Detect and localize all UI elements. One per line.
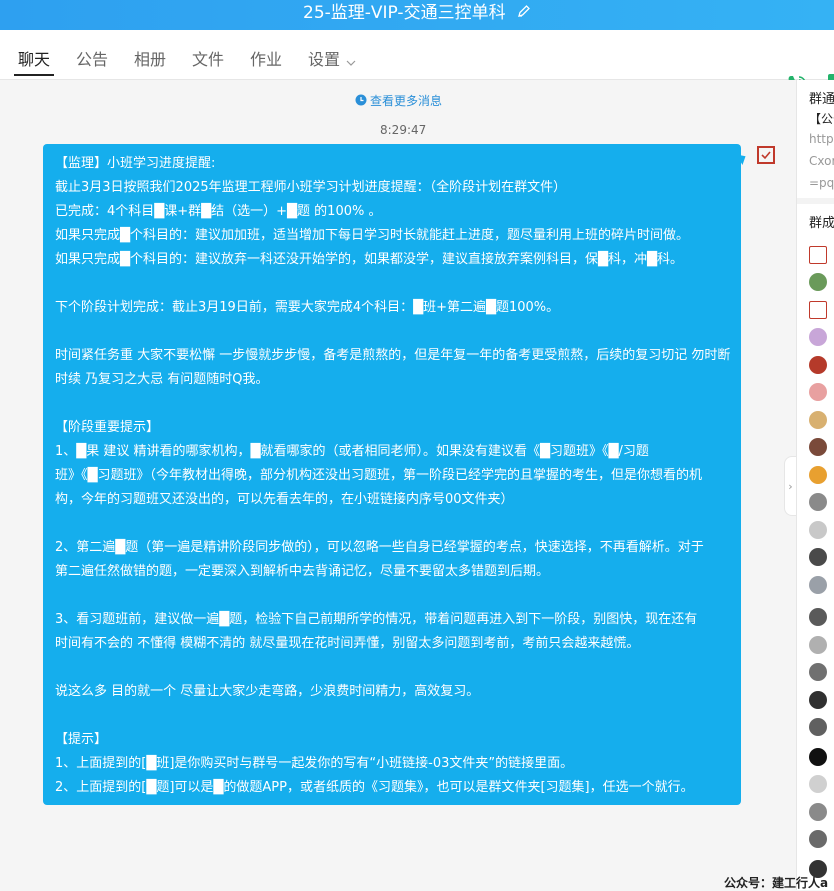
clock-icon (355, 94, 367, 109)
message-line: 时间紧任务重 大家不要松懈 一步慢就步步慢，备考是煎熬的，但是年复一年的备考更受… (55, 348, 731, 363)
message-line (55, 656, 729, 680)
message-line: 如果只完成█个科目的：建议加加班，适当增加下每日学习时长就能赶上进度，题尽量利用… (55, 228, 689, 243)
message-line: 时间有不会的 不懂得 模糊不清的 就尽量现在花时间弄懂，别留太多问题到考前，考前… (55, 636, 640, 651)
avatar[interactable] (809, 576, 827, 594)
divider (797, 198, 834, 204)
avatar[interactable] (809, 608, 827, 626)
avatar[interactable] (809, 548, 827, 566)
message-line (55, 272, 729, 296)
message-timestamp: 8:29:47 (380, 123, 427, 137)
message-line: 1、█果 建议 精讲看的哪家机构，█就看哪家的（或者相同老师）。如果没有建议看《… (55, 444, 649, 459)
avatar[interactable] (809, 691, 827, 709)
message-line: 【提示】 (55, 732, 108, 747)
edit-title-icon[interactable] (517, 0, 531, 26)
avatar[interactable] (809, 748, 827, 766)
avatar[interactable] (809, 411, 827, 429)
message-line: 已完成：4个科目█课+群█结（选一）+█题 的100% 。 (55, 204, 382, 219)
group-members-title: 群成 (809, 216, 834, 231)
message-line: 班》《█习题班》（今年教材出得晚，部分机构还没出习题班，第一阶段已经学完的且掌握… (55, 468, 702, 483)
avatar[interactable] (809, 438, 827, 456)
load-more-link[interactable]: 查看更多消息 (355, 92, 442, 109)
message-line: 如果只完成█个科目的：建议放弃一科还没开始学的，如果都没学，建议直接放弃案例科目… (55, 252, 683, 267)
avatar[interactable] (809, 246, 827, 264)
message-line (55, 512, 729, 536)
tab-album[interactable]: 相册 (134, 46, 166, 70)
avatar[interactable] (809, 493, 827, 511)
message-line: 说这么多 目的就一个 尽量让大家少走弯路，少浪费时间精力，高效复习。 (55, 684, 480, 699)
tab-chat[interactable]: 聊天 (18, 46, 50, 70)
watermark-text: 公众号：建工行人a (724, 876, 829, 890)
collapse-panel-button[interactable]: › (784, 456, 796, 516)
message-bubble[interactable]: 【监理】小班学习进度提醒: 截止3月3日按照我们2025年监理工程师小班学习计划… (43, 144, 741, 805)
avatar[interactable] (809, 301, 827, 319)
group-notice-url[interactable]: Cxoru (809, 154, 834, 168)
message-line: 1、上面提到的[█班]是你购买时与群号一起发你的写有“小班链接-03文件夹”的链… (55, 756, 574, 771)
tab-bar: 聊天 公告 相册 文件 作业 设置 (0, 30, 834, 96)
window-title: 25-监理-VIP-交通三控单科 (303, 3, 506, 23)
avatar[interactable] (809, 521, 827, 539)
active-tab-indicator (14, 74, 54, 76)
avatar[interactable] (809, 636, 827, 654)
group-notice-url[interactable]: https: (809, 132, 834, 146)
message-line: 构，今年的习题班又还没出的，可以先看去年的，在小班链接内序号00文件夹） (55, 492, 514, 507)
message-line: 下个阶段计划完成：截止3月19日前，需要大家完成4个科目：█班+第二遍█题100… (55, 300, 560, 315)
tab-files[interactable]: 文件 (192, 46, 224, 70)
message-line (55, 392, 729, 416)
avatar[interactable] (809, 803, 827, 821)
chevron-down-icon (346, 51, 356, 70)
avatar[interactable] (809, 328, 827, 346)
message-line: 截止3月3日按照我们2025年监理工程师小班学习计划进度提醒：（全阶段计划在群文… (55, 180, 567, 195)
tab-settings[interactable]: 设置 (308, 46, 356, 70)
group-notice-url[interactable]: =pq2 (809, 176, 834, 190)
message-line: 3、看习题班前，建议做一遍█题，检验下自己前期所学的情况，带着问题再进入到下一阶… (55, 612, 698, 627)
message-line (55, 584, 729, 608)
message-line: 第二遍任然做错的题，一定要深入到解析中去背诵记忆，尽量不要留太多错题到后期。 (55, 564, 550, 579)
avatar[interactable] (809, 383, 827, 401)
avatar[interactable] (809, 775, 827, 793)
group-notice-text: 【公告 (809, 112, 834, 126)
chat-area: 查看更多消息 8:29:47 【监理】小班学习进度提醒: 截止3月3日按照我们2… (0, 80, 796, 890)
avatar[interactable] (809, 356, 827, 374)
message-line: 【阶段重要提示】 (55, 420, 160, 435)
tab-announcement[interactable]: 公告 (76, 46, 108, 70)
group-notice-title: 群通 (809, 92, 834, 107)
message-line: 时续 乃复习之大忌 有问题随时Q我。 (55, 372, 269, 387)
message-line: 2、第二遍█题（第一遍是精讲阶段同步做的），可以忽略一些自身已经掌握的考点，快速… (55, 540, 704, 555)
message-line (55, 704, 729, 728)
group-info-panel: 群通 【公告 https: Cxoru =pq2 群成 (796, 80, 834, 890)
avatar[interactable] (809, 273, 827, 291)
tab-homework[interactable]: 作业 (250, 46, 282, 70)
message-line: 2、上面提到的[█题]可以是█的做题APP，或者纸质的《习题集》，也可以是群文件… (55, 780, 694, 795)
avatar[interactable] (809, 663, 827, 681)
window-title-bar: 25-监理-VIP-交通三控单科 (0, 0, 834, 30)
message-line (55, 320, 729, 344)
select-message-checkbox-icon[interactable] (757, 146, 775, 164)
tab-settings-label: 设置 (308, 50, 341, 69)
avatar[interactable] (809, 718, 827, 736)
message-line: 【监理】小班学习进度提醒: (55, 156, 216, 171)
avatar[interactable] (809, 466, 827, 484)
load-more-label: 查看更多消息 (370, 94, 443, 108)
avatar[interactable] (809, 830, 827, 848)
